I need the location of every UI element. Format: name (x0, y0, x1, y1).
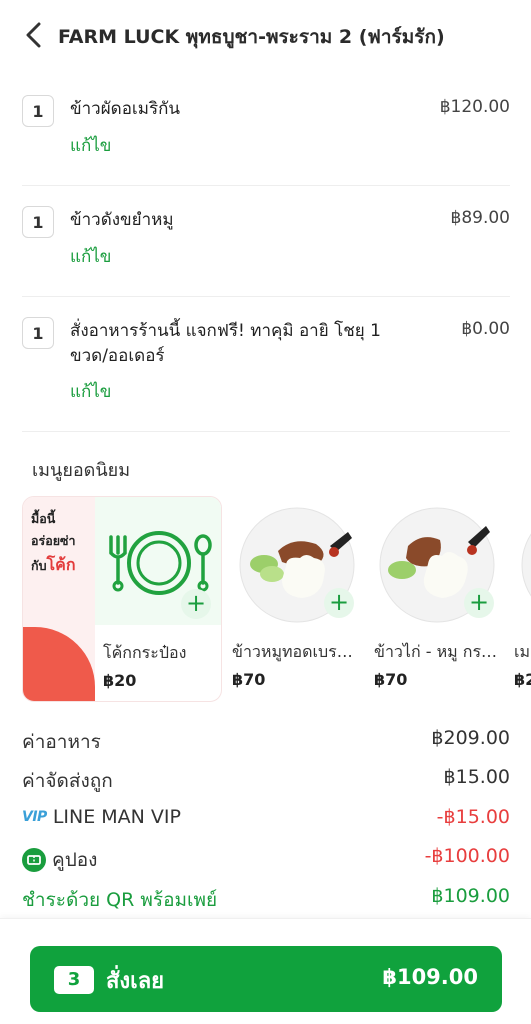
bottom-bar: 3 สั่งเลย ฿109.00 (0, 918, 531, 1024)
item-count-badge: 3 (54, 966, 94, 994)
popular-menu-title: เมนูยอดนิยม (32, 460, 131, 481)
item-edit-link[interactable]: แก้ไข (70, 243, 111, 270)
payment-value: ฿109.00 (431, 885, 510, 907)
summary-value: ฿209.00 (431, 727, 510, 749)
summary-delivery-row: ค่าจัดส่งถูก ฿15.00 (22, 766, 510, 796)
item-quantity[interactable]: 1 (22, 95, 54, 127)
order-total: ฿109.00 (382, 965, 478, 989)
add-to-cart-button[interactable]: + (181, 589, 211, 619)
summary-coupon-row[interactable]: คูปอง -฿100.00 (22, 845, 510, 875)
back-icon[interactable] (20, 20, 46, 50)
payment-method-label: ชำระด้วย QR พร้อมเพย์ (22, 889, 218, 911)
item-edit-link[interactable]: แก้ไข (70, 132, 111, 159)
item-quantity[interactable]: 1 (22, 317, 54, 349)
bubbles-icon (41, 637, 60, 660)
order-item: 1 ข้าวดังขยำหมู ฿89.00 แก้ไข (22, 206, 510, 297)
summary-value: ฿15.00 (443, 766, 510, 788)
promo-text: อร่อยซ่า (31, 533, 76, 548)
item-name: สั่งอาหารร้านนี้ แจกฟรี! ทาคุมิ อายิ โชย… (70, 321, 381, 366)
vip-label-group: VIP LINE MAN VIP (22, 806, 181, 828)
summary-food-row: ค่าอาหาร ฿209.00 (22, 727, 510, 757)
item-price: ฿120.00 (439, 97, 510, 117)
item-price: ฿89.00 (450, 208, 510, 228)
summary-label: ค่าจัดส่งถูก (22, 770, 113, 792)
summary-label: LINE MAN VIP (52, 806, 181, 828)
item-quantity[interactable]: 1 (22, 206, 54, 238)
menu-card-name: โค้กกระป๋อง (103, 643, 187, 662)
promo-brand: โค้ก (46, 555, 76, 574)
menu-card-price: ฿20 (103, 671, 137, 690)
promo-text: กับโค้ก (31, 555, 76, 574)
menu-card-price: ฿70 (232, 670, 266, 689)
item-name: ข้าวดังขยำหมู (70, 210, 174, 230)
header-bar: FARM LUCK พุทธบูชา-พระราม 2 (ฟาร์มรัก) (0, 0, 531, 70)
menu-card[interactable]: เม ฿2 (514, 496, 531, 702)
promo-card-coke[interactable]: มื้อนี้ อร่อยซ่า กับโค้ก + โค้กกระป๋อง ฿… (22, 496, 222, 702)
summary-vip-row: VIP LINE MAN VIP -฿15.00 (22, 806, 510, 836)
menu-card[interactable]: + ข้าวไก่ - หมู กระ... ฿70 (372, 496, 500, 702)
order-item: 1 ข้าวผัดอเมริกัน ฿120.00 แก้ไข (22, 95, 510, 186)
menu-card[interactable]: + ข้าวหมูทอดเบรฯ... ฿70 (232, 496, 360, 702)
place-order-label: สั่งเลย (106, 969, 165, 994)
vip-icon: VIP (22, 809, 47, 825)
menu-card-price: ฿2 (514, 670, 531, 689)
food-image (521, 533, 531, 597)
summary-label: ค่าอาหาร (22, 731, 101, 753)
summary-label: คูปอง (52, 849, 98, 871)
add-to-cart-button[interactable]: + (464, 588, 494, 618)
menu-card-name: ข้าวหมูทอดเบรฯ... (232, 642, 356, 661)
popular-menu-carousel[interactable]: มื้อนี้ อร่อยซ่า กับโค้ก + โค้กกระป๋อง ฿… (0, 496, 531, 706)
restaurant-title: FARM LUCK พุทธบูชา-พระราม 2 (ฟาร์มรัก) (58, 26, 445, 48)
item-edit-link[interactable]: แก้ไข (70, 378, 111, 405)
add-to-cart-button[interactable]: + (324, 588, 354, 618)
summary-value: -฿15.00 (436, 806, 510, 828)
menu-card-name: เม (514, 642, 531, 661)
item-price: ฿0.00 (461, 319, 510, 339)
promo-banner: มื้อนี้ อร่อยซ่า กับโค้ก (23, 497, 95, 701)
order-item: 1 สั่งอาหารร้านนี้ แจกฟรี! ทาคุมิ อายิ โ… (22, 317, 510, 432)
menu-card-name: ข้าวไก่ - หมู กระ... (374, 642, 498, 661)
item-name: ข้าวผัดอเมริกัน (70, 99, 180, 119)
coupon-label-group: คูปอง (22, 845, 97, 875)
summary-payment-row[interactable]: ชำระด้วย QR พร้อมเพย์ ฿109.00 (22, 885, 510, 915)
promo-text: มื้อนี้ (31, 511, 56, 526)
summary-value: -฿100.00 (424, 845, 510, 867)
coupon-icon (22, 848, 46, 872)
menu-card-price: ฿70 (374, 670, 408, 689)
place-order-button[interactable]: 3 สั่งเลย ฿109.00 (30, 946, 502, 1012)
